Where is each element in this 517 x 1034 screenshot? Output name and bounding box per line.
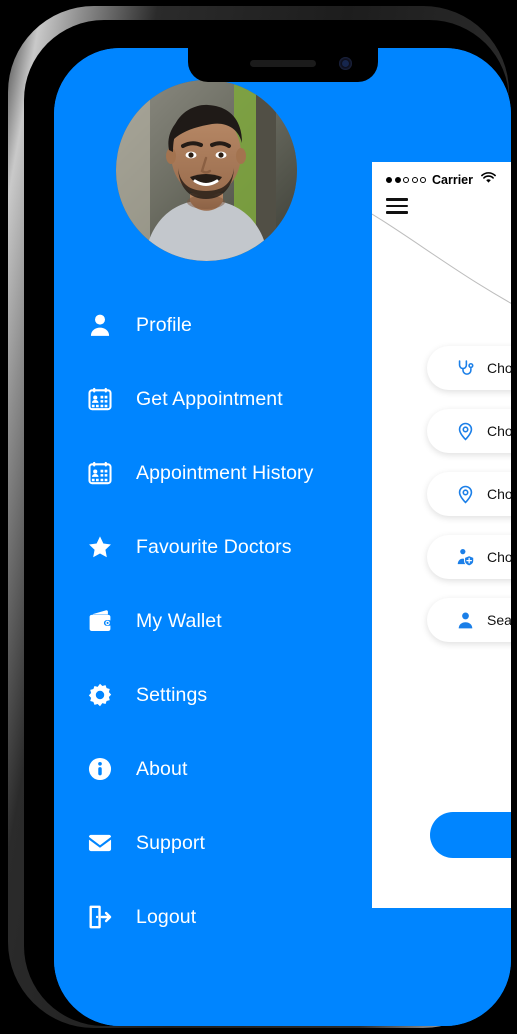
primary-action-button[interactable] <box>430 812 511 858</box>
drawer-item-support[interactable]: Support <box>54 806 374 880</box>
phone-screen: Profile Get Appointment Appointment Hist… <box>54 48 511 1026</box>
stethoscope-icon <box>456 359 475 378</box>
wifi-icon <box>481 172 496 187</box>
user-avatar-icon <box>456 611 475 630</box>
info-icon <box>72 756 128 782</box>
list-item[interactable]: Sea <box>427 598 511 642</box>
doctor-shield-icon <box>456 548 475 567</box>
drawer-item-profile[interactable]: Profile <box>54 288 374 362</box>
gear-icon <box>72 682 128 708</box>
list-item[interactable]: Cho <box>427 409 511 453</box>
phone-frame: Profile Get Appointment Appointment Hist… <box>8 6 511 1028</box>
envelope-icon <box>72 830 128 856</box>
star-icon <box>72 534 128 560</box>
drawer-item-appointment-history[interactable]: Appointment History <box>54 436 374 510</box>
front-camera-icon <box>338 57 352 70</box>
list-item-label: Sea <box>487 612 511 628</box>
drawer-item-label: Settings <box>136 683 208 706</box>
drawer-item-get-appointment[interactable]: Get Appointment <box>54 362 374 436</box>
drawer-item-about[interactable]: About <box>54 732 374 806</box>
drawer-menu: Profile Get Appointment Appointment Hist… <box>54 288 374 954</box>
location-pin-icon <box>456 422 475 441</box>
drawer-item-label: About <box>136 757 188 780</box>
speaker-grille-icon <box>249 60 316 67</box>
list-item[interactable]: Cho <box>427 535 511 579</box>
list-item-label: Cho <box>487 360 511 376</box>
device-notch <box>187 48 378 82</box>
logout-icon <box>72 904 128 930</box>
calendar-icon <box>72 460 128 486</box>
drawer-item-settings[interactable]: Settings <box>54 658 374 732</box>
wallet-icon <box>72 608 128 634</box>
list-item-label: Cho <box>487 423 511 439</box>
drawer-item-label: Support <box>136 831 205 854</box>
drawer-item-label: Appointment History <box>136 461 314 484</box>
calendar-icon <box>72 386 128 412</box>
status-bar: Carrier <box>386 172 496 187</box>
content-panel[interactable]: Carrier Cho Cho Cho Cho Sea <box>372 162 511 908</box>
drawer-item-my-wallet[interactable]: My Wallet <box>54 584 374 658</box>
options-list: Cho Cho Cho Cho Sea <box>427 346 511 661</box>
drawer-item-label: Profile <box>136 313 192 336</box>
drawer-item-label: Favourite Doctors <box>136 535 292 558</box>
list-item-label: Cho <box>487 549 511 565</box>
carrier-label: Carrier <box>432 172 473 187</box>
list-item[interactable]: Cho <box>427 346 511 390</box>
drawer-item-label: Get Appointment <box>136 387 283 410</box>
signal-strength-icon <box>386 176 426 183</box>
location-pin-icon <box>456 485 475 504</box>
phone-bezel: Profile Get Appointment Appointment Hist… <box>24 20 511 1026</box>
drawer-item-favourite-doctors[interactable]: Favourite Doctors <box>54 510 374 584</box>
drawer-item-label: Logout <box>136 905 197 928</box>
avatar[interactable] <box>116 80 297 261</box>
list-item[interactable]: Cho <box>427 472 511 516</box>
person-icon <box>72 312 128 338</box>
list-item-label: Cho <box>487 486 511 502</box>
drawer-item-logout[interactable]: Logout <box>54 880 374 954</box>
drawer-item-label: My Wallet <box>136 609 222 632</box>
